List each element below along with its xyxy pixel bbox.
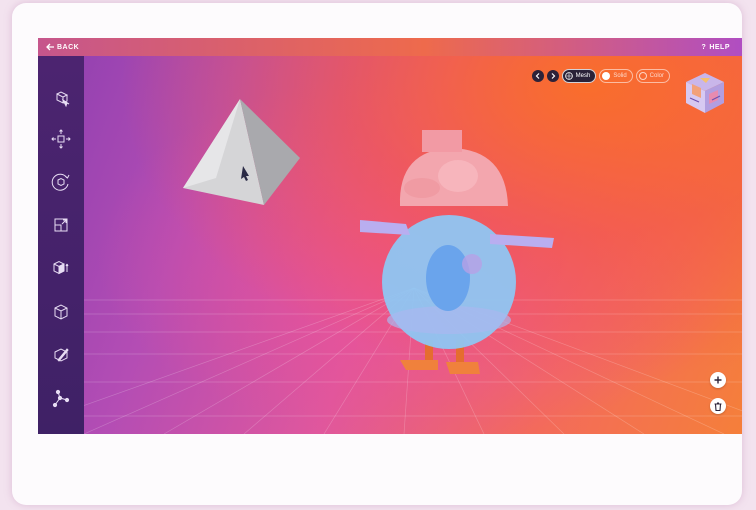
- tool-sidebar: [38, 56, 84, 434]
- tool-points[interactable]: [49, 387, 73, 411]
- paint-icon: [54, 348, 69, 362]
- tool-select[interactable]: [49, 87, 73, 111]
- chevron-left-icon: [535, 73, 540, 79]
- move-icon: [51, 129, 71, 149]
- plus-icon: [714, 376, 722, 384]
- add-shape-icon: [53, 260, 69, 275]
- solid-icon: [602, 72, 611, 80]
- tool-rotate[interactable]: [49, 170, 73, 194]
- pyramid-model[interactable]: [183, 99, 300, 205]
- character-model[interactable]: [360, 130, 554, 374]
- tool-cube[interactable]: [49, 300, 73, 324]
- tool-paint[interactable]: [49, 343, 73, 367]
- back-label: BACK: [57, 43, 80, 51]
- delete-button[interactable]: [710, 398, 726, 414]
- help-button[interactable]: ? HELP: [702, 44, 742, 51]
- select-icon: [56, 91, 70, 108]
- solid-toggle[interactable]: Solid: [599, 69, 633, 83]
- back-arrow-icon: [46, 43, 54, 51]
- help-icon: ?: [701, 43, 707, 51]
- mesh-toggle[interactable]: Mesh: [561, 69, 597, 83]
- color-label: Color: [649, 73, 664, 79]
- scale-icon: [54, 218, 68, 232]
- next-view-button[interactable]: [546, 70, 559, 82]
- tool-add-shape[interactable]: [49, 256, 73, 280]
- mesh-icon: [564, 72, 573, 80]
- tool-scale[interactable]: [49, 213, 73, 237]
- view-cube-icon[interactable]: [682, 70, 728, 116]
- view-controls: Mesh Solid Color: [531, 69, 670, 83]
- back-button[interactable]: BACK: [38, 43, 79, 51]
- rotate-icon: [51, 173, 70, 191]
- chevron-right-icon: [551, 73, 555, 79]
- prev-view-button[interactable]: [531, 70, 544, 82]
- top-bar: BACK ? HELP: [38, 38, 742, 56]
- points-icon: [52, 389, 70, 408]
- cube-icon: [54, 304, 68, 320]
- solid-label: Solid: [613, 73, 627, 79]
- trash-icon: [714, 401, 722, 411]
- color-toggle[interactable]: Color: [635, 69, 670, 83]
- tablet-frame: BACK ? HELP Mesh Solid Color: [12, 3, 742, 505]
- color-icon: [638, 72, 647, 80]
- tool-move[interactable]: [49, 127, 73, 151]
- app-screen: BACK ? HELP Mesh Solid Color: [38, 38, 742, 434]
- mesh-label: Mesh: [575, 73, 591, 79]
- add-button[interactable]: [710, 372, 726, 388]
- help-label: HELP: [709, 43, 730, 51]
- scene-models: [183, 99, 554, 374]
